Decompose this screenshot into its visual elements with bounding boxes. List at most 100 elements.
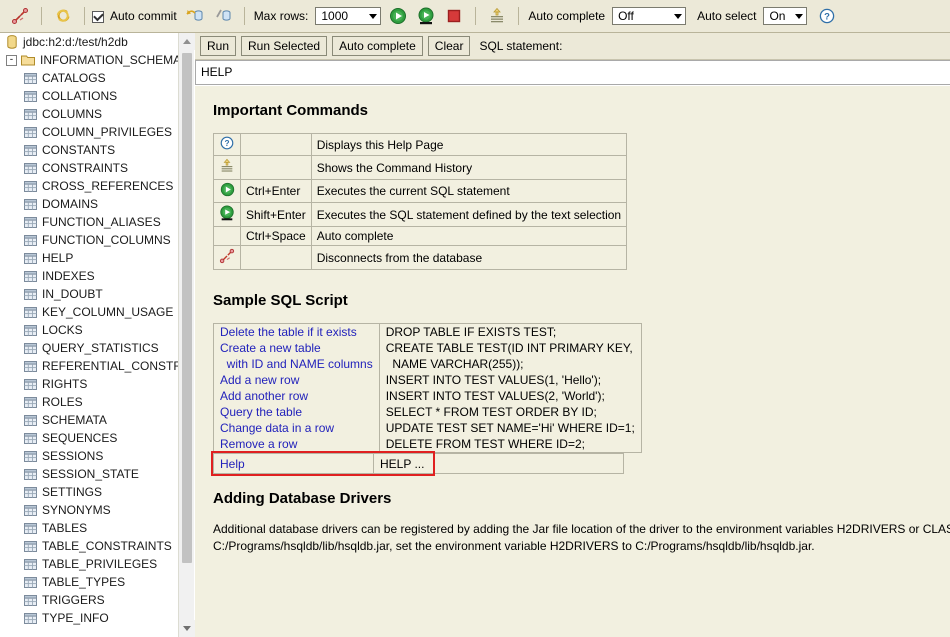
tree-item-table[interactable]: SESSIONS <box>0 447 178 465</box>
tree-item-connection[interactable]: jdbc:h2:d:/test/h2db <box>0 33 178 51</box>
run-button[interactable]: Run <box>200 36 237 56</box>
tree-table-label: COLLATIONS <box>42 89 118 103</box>
tree-item-table[interactable]: COLLATIONS <box>0 87 178 105</box>
tree-table-label: COLUMNS <box>42 107 103 121</box>
commit-icon[interactable] <box>184 5 206 27</box>
tree-item-table[interactable]: ROLES <box>0 393 178 411</box>
tree-item-table[interactable]: TYPE_INFO <box>0 609 178 627</box>
database-icon <box>6 35 18 49</box>
tree-item-table[interactable]: DOMAINS <box>0 195 178 213</box>
tree-item-table[interactable]: RIGHTS <box>0 375 178 393</box>
tree-item-table[interactable]: TABLE_TYPES <box>0 573 178 591</box>
command-description: Shows the Command History <box>310 155 628 180</box>
tree-item-table[interactable]: SETTINGS <box>0 483 178 501</box>
tree-table-list: CATALOGS COLLATIONS COLUMNS COLUMN_PRIVILEG… <box>0 69 178 627</box>
tree-item-table[interactable]: COLUMNS <box>0 105 178 123</box>
tree-item-table[interactable]: IN_DOUBT <box>0 285 178 303</box>
tree-item-table[interactable]: QUERY_STATISTICS <box>0 339 178 357</box>
help-command-row-wrapper: Help HELP ... <box>211 451 950 476</box>
clear-button[interactable]: Clear <box>427 36 471 56</box>
sample-sql-code-line: SELECT * FROM TEST ORDER BY ID; <box>385 405 597 419</box>
tree-item-table[interactable]: COLUMN_PRIVILEGES <box>0 123 178 141</box>
help-icon[interactable]: ? <box>816 5 838 27</box>
scroll-up-button[interactable] <box>179 33 195 50</box>
database-tree-panel[interactable]: jdbc:h2:d:/test/h2db - INFORMATION_SCHEM… <box>0 33 178 637</box>
drivers-paragraph-line1: Additional database drivers can be regis… <box>213 522 950 536</box>
table-icon <box>24 612 37 624</box>
sample-sql-code-line: INSERT INTO TEST VALUES(2, 'World'); <box>385 389 605 403</box>
empty-icon-cell <box>213 226 241 246</box>
tree-item-table[interactable]: REFERENTIAL_CONSTR <box>0 357 178 375</box>
tree-table-label: SEQUENCES <box>42 431 118 445</box>
tree-item-table[interactable]: CONSTRAINTS <box>0 159 178 177</box>
auto-commit-checkbox[interactable] <box>92 11 104 23</box>
rollback-icon[interactable] <box>212 5 234 27</box>
sample-sql-table: Delete the table if it exists Create a ne… <box>213 323 642 453</box>
sample-sql-description-line: Create a new table <box>220 341 321 355</box>
tree-item-table[interactable]: SEQUENCES <box>0 429 178 447</box>
tree-item-table[interactable]: CONSTANTS <box>0 141 178 159</box>
command-shortcut: Shift+Enter <box>240 202 312 227</box>
important-commands-heading: Important Commands <box>213 102 369 119</box>
tree-item-table[interactable]: TRIGGERS <box>0 591 178 609</box>
table-icon <box>24 90 37 102</box>
refresh-icon[interactable] <box>52 5 74 27</box>
scrollbar-thumb[interactable] <box>182 53 192 563</box>
sample-sql-descriptions: Delete the table if it exists Create a ne… <box>213 323 380 453</box>
table-icon <box>24 306 37 318</box>
tree-item-table[interactable]: CROSS_REFERENCES <box>0 177 178 195</box>
auto-complete-select[interactable]: Off <box>612 7 687 25</box>
scroll-down-button[interactable] <box>179 620 195 637</box>
tree-item-table[interactable]: SESSION_STATE <box>0 465 178 483</box>
run-selected-button[interactable]: Run Selected <box>241 36 328 56</box>
toolbar-divider <box>518 7 520 25</box>
command-shortcut: Ctrl+Enter <box>240 179 312 203</box>
auto-complete-button[interactable]: Auto complete <box>332 36 423 56</box>
disconnect-icon[interactable] <box>213 245 241 270</box>
tree-item-table[interactable]: SCHEMATA <box>0 411 178 429</box>
run-icon[interactable] <box>387 5 409 27</box>
tree-item-table[interactable]: FUNCTION_ALIASES <box>0 213 178 231</box>
table-icon <box>24 396 37 408</box>
help-row-description[interactable]: Help <box>213 453 374 474</box>
toolbar-divider <box>41 7 42 25</box>
tree-schema-label: INFORMATION_SCHEMA <box>40 53 178 67</box>
table-icon <box>24 342 37 354</box>
help-icon[interactable]: ? <box>213 133 241 156</box>
table-icon <box>24 144 37 156</box>
tree-scrollbar[interactable] <box>178 33 195 637</box>
tree-item-table[interactable]: KEY_COLUMN_USAGE <box>0 303 178 321</box>
table-row: Ctrl+Enter Executes the current SQL state… <box>213 179 628 203</box>
tree-table-label: TABLE_CONSTRAINTS <box>42 539 172 553</box>
run-selected-icon[interactable] <box>213 202 241 227</box>
tree-item-table[interactable]: FUNCTION_COLUMNS <box>0 231 178 249</box>
history-icon[interactable] <box>213 155 241 180</box>
tree-item-table[interactable]: LOCKS <box>0 321 178 339</box>
tree-item-table[interactable]: INDEXES <box>0 267 178 285</box>
auto-select-select[interactable]: On <box>763 7 808 25</box>
tree-table-label: SCHEMATA <box>42 413 107 427</box>
max-rows-select[interactable]: 1000 <box>315 7 382 25</box>
tree-table-label: ROLES <box>42 395 83 409</box>
tree-item-table[interactable]: HELP <box>0 249 178 267</box>
sample-sql-description-line: Add another row <box>220 389 309 403</box>
tree-table-label: SESSIONS <box>42 449 104 463</box>
stop-icon[interactable] <box>443 5 465 27</box>
tree-item-table[interactable]: SYNONYMS <box>0 501 178 519</box>
tree-item-information-schema[interactable]: - INFORMATION_SCHEMA <box>0 51 178 69</box>
chevron-down-icon <box>674 13 683 19</box>
command-history-icon[interactable] <box>486 5 508 27</box>
disconnect-icon[interactable] <box>9 5 31 27</box>
tree-item-table[interactable]: CATALOGS <box>0 69 178 87</box>
run-selected-icon[interactable] <box>415 5 437 27</box>
table-row: Shows the Command History <box>213 155 628 180</box>
run-icon[interactable] <box>213 179 241 203</box>
sample-sql-code: DROP TABLE IF EXISTS TEST; CREATE TABLE T… <box>378 323 642 453</box>
tree-item-table[interactable]: TABLES <box>0 519 178 537</box>
tree-item-table[interactable]: TABLE_CONSTRAINTS <box>0 537 178 555</box>
sql-statement-input[interactable]: HELP <box>195 60 950 85</box>
tree-item-table[interactable]: TABLE_PRIVILEGES <box>0 555 178 573</box>
tree-collapse-toggle[interactable]: - <box>6 54 17 66</box>
tree-table-label: SYNONYMS <box>42 503 111 517</box>
tree-table-label: LOCKS <box>42 323 83 337</box>
